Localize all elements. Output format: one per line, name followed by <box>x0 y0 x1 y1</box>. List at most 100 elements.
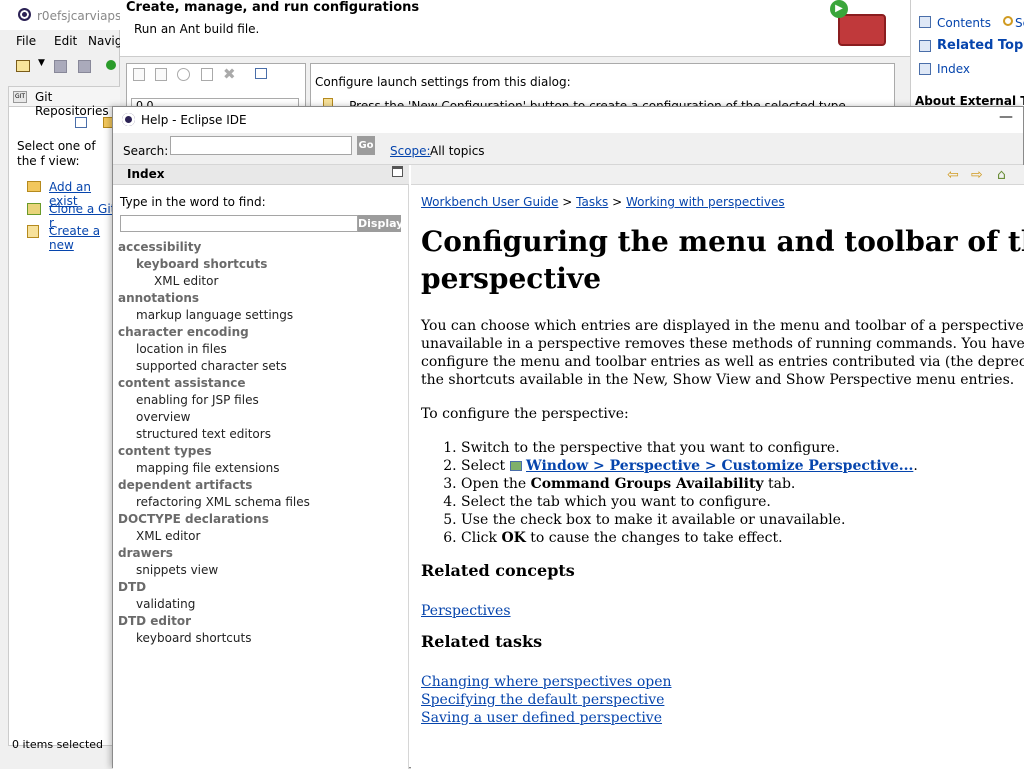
launch-info-heading: Configure launch settings from this dial… <box>315 75 571 89</box>
workbench-menubar: File Edit Navigat <box>0 32 134 50</box>
breadcrumb-perspectives[interactable]: Working with perspectives <box>626 195 785 209</box>
help-window: Help - Eclipse IDE — Search: Go Scope: A… <box>112 106 1024 769</box>
launch-dialog-title: Create, manage, and run configurations <box>126 0 420 15</box>
search-label: Search: <box>123 144 169 158</box>
forward-icon[interactable]: ⇨ <box>971 167 983 183</box>
minimize-button[interactable]: — <box>999 109 1013 125</box>
back-icon[interactable]: ⇦ <box>947 167 959 183</box>
breadcrumb-separator: > <box>562 195 573 209</box>
index-entry[interactable]: validating <box>117 596 405 613</box>
index-category[interactable]: dependent artifacts <box>117 477 405 494</box>
maximize-icon[interactable] <box>392 166 403 177</box>
index-category[interactable]: accessibility <box>117 239 405 256</box>
to-configure-text: To configure the perspective: <box>421 406 629 422</box>
new-wizard-icon[interactable] <box>16 60 30 72</box>
related-task-link[interactable]: Saving a user defined perspective <box>421 710 662 726</box>
index-category[interactable]: DOCTYPE declarations <box>117 511 405 528</box>
delete-icon[interactable]: ✖ <box>223 65 236 83</box>
breadcrumb-workbench-guide[interactable]: Workbench User Guide <box>421 195 558 209</box>
collapse-icon[interactable] <box>255 68 267 79</box>
index-entry[interactable]: keyboard shortcuts <box>117 256 405 273</box>
create-repo-link[interactable]: Create a new <box>49 224 119 252</box>
index-entry[interactable]: snippets view <box>117 562 405 579</box>
index-pane: Index Type in the word to find: Display … <box>113 165 409 769</box>
related-task-link[interactable]: Changing where perspectives open <box>421 674 672 690</box>
index-category[interactable]: content types <box>117 443 405 460</box>
search-link[interactable]: Se <box>1015 16 1024 30</box>
new-config-icon[interactable] <box>133 68 145 81</box>
index-category[interactable]: annotations <box>117 290 405 307</box>
step-3: Open the Command Groups Availability tab… <box>461 475 1024 493</box>
step-5: Use the check box to make it available o… <box>461 511 1024 529</box>
contents-icon[interactable] <box>919 16 931 28</box>
scope-link[interactable]: Scope: <box>390 144 431 158</box>
breadcrumb-tasks[interactable]: Tasks <box>576 195 608 209</box>
display-button[interactable]: Display <box>358 215 403 232</box>
window-menu-icon <box>509 461 522 471</box>
index-entry[interactable]: supported character sets <box>117 358 405 375</box>
new-prototype-icon[interactable] <box>155 68 167 81</box>
index-category[interactable]: DTD editor <box>117 613 405 630</box>
collapse-all-icon[interactable] <box>75 117 87 128</box>
step-text: Select <box>461 458 506 474</box>
git-repositories-view: GIT Git Repositories Select one of the f… <box>8 86 121 746</box>
related-concept-link[interactable]: Perspectives <box>421 603 511 619</box>
index-icon <box>919 63 931 75</box>
related-task-link[interactable]: Specifying the default perspective <box>421 692 664 708</box>
index-entry[interactable]: overview <box>117 409 405 426</box>
git-help-text: Select one of the f view: <box>17 139 96 168</box>
index-entry[interactable]: enabling for JSP files <box>117 392 405 409</box>
index-list: accessibility keyboard shortcuts XML edito… <box>117 239 405 647</box>
run-icon[interactable] <box>106 60 116 70</box>
index-entry[interactable]: XML editor <box>117 273 405 290</box>
index-category[interactable]: character encoding <box>117 324 405 341</box>
ant-toolbox-icon <box>838 14 886 46</box>
launch-dialog-subtitle: Run an Ant build file. <box>134 22 260 36</box>
index-entry[interactable]: location in files <box>117 341 405 358</box>
index-search-input[interactable] <box>120 215 358 232</box>
status-bar: 0 items selected <box>12 738 104 751</box>
export-icon[interactable] <box>177 68 190 81</box>
index-entry[interactable]: refactoring XML schema files <box>117 494 405 511</box>
menu-edit[interactable]: Edit <box>54 34 77 48</box>
workbench-toolbar: ▼ <box>8 58 118 80</box>
save-icon[interactable] <box>54 60 67 73</box>
content-pane: ⇦ ⇨ ⌂ Workbench User Guide > Tasks > Wor… <box>411 165 1024 769</box>
index-entry[interactable]: structured text editors <box>117 426 405 443</box>
step-text: Use the check box to make it available o… <box>461 512 846 528</box>
help-window-title: Help - Eclipse IDE <box>141 113 247 127</box>
step-text: tab. <box>768 476 796 492</box>
breadcrumb: Workbench User Guide > Tasks > Working w… <box>421 195 1024 209</box>
chevron-down-icon[interactable]: ▼ <box>38 58 45 68</box>
step-text: Select the tab which you want to configu… <box>461 494 771 510</box>
related-topics-link[interactable]: Related Topics <box>937 38 1024 53</box>
index-entry[interactable]: XML editor <box>117 528 405 545</box>
workbench-title: r0efsjcarviapstc <box>37 9 133 23</box>
menu-file[interactable]: File <box>16 34 36 48</box>
index-category[interactable]: DTD <box>117 579 405 596</box>
intro-line: unavailable in a perspective removes the… <box>421 336 1024 352</box>
help-search-bar: Search: Go Scope: All topics <box>113 133 1023 165</box>
home-icon[interactable]: ⌂ <box>997 167 1006 183</box>
step-bold-text: Command Groups Availability <box>530 476 764 492</box>
save-all-icon[interactable] <box>78 60 91 73</box>
index-category[interactable]: content assistance <box>117 375 405 392</box>
index-entry[interactable]: keyboard shortcuts <box>117 630 405 647</box>
help-view-panel: Contents Se Related Topics Index About E… <box>910 0 1024 112</box>
intro-line: configure the menu and toolbar entries a… <box>421 354 1024 370</box>
step-text: to cause the changes to take effect. <box>530 530 783 546</box>
index-link[interactable]: Index <box>937 62 970 76</box>
search-input[interactable] <box>170 136 352 155</box>
search-icon[interactable] <box>1003 16 1013 26</box>
intro-line: You can choose which entries are display… <box>421 318 1024 334</box>
scope-value: All topics <box>430 144 485 158</box>
index-entry[interactable]: mapping file extensions <box>117 460 405 477</box>
index-category[interactable]: drawers <box>117 545 405 562</box>
related-topics-icon <box>919 40 931 52</box>
contents-link[interactable]: Contents <box>937 16 991 30</box>
customize-perspective-link[interactable]: Window > Perspective > Customize Perspec… <box>526 458 913 474</box>
go-button[interactable]: Go <box>357 136 375 155</box>
duplicate-icon[interactable] <box>201 68 213 81</box>
git-tab[interactable]: GIT Git Repositories <box>9 87 121 118</box>
index-entry[interactable]: markup language settings <box>117 307 405 324</box>
